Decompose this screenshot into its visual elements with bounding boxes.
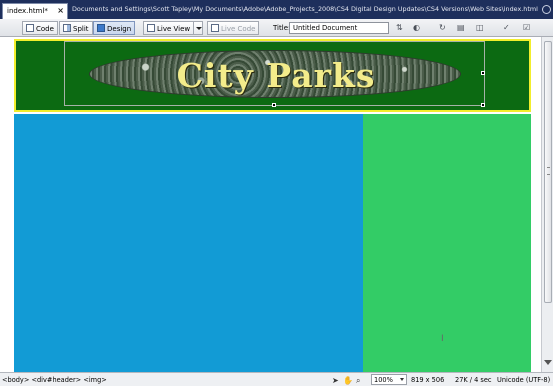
scrollbar-thumb[interactable] <box>544 41 552 303</box>
restore-icon[interactable] <box>542 5 551 14</box>
code-view-icon <box>26 24 34 32</box>
scroll-down-arrow-icon[interactable] <box>544 360 552 365</box>
logo-text: City Parks <box>176 56 376 95</box>
preview-browser-icon[interactable]: ◐ <box>413 23 420 33</box>
design-view-button[interactable]: Design <box>93 21 136 35</box>
document-title-input[interactable] <box>289 22 389 34</box>
status-bar: <body> <div#header> <img> ➤ ✋ ⌕ 100% 819… <box>0 372 553 386</box>
view-options-icon[interactable]: ▤ <box>457 23 465 33</box>
design-view: City Parks I <box>0 37 541 372</box>
design-view-label: Design <box>107 25 132 33</box>
tag-div-header[interactable]: <div#header> <box>31 376 81 384</box>
page-canvas: City Parks I <box>0 37 541 372</box>
code-view-button[interactable]: Code <box>22 21 58 35</box>
split-view-label: Split <box>73 25 89 33</box>
tag-selector: <body> <div#header> <img> <box>2 376 107 384</box>
live-code-icon <box>211 24 219 32</box>
document-path: Documents and Settings\Scott Tapley\My D… <box>72 5 538 13</box>
select-tool-icon[interactable]: ➤ <box>332 376 339 385</box>
title-label: Title: <box>273 24 291 32</box>
live-view-label: Live View <box>157 25 191 33</box>
sidebar-column[interactable] <box>363 114 531 372</box>
zoom-tool-icon[interactable]: ⌕ <box>356 376 360 386</box>
check-browser-compatibility-icon[interactable]: ☑ <box>523 23 530 33</box>
hand-tool-icon[interactable]: ✋ <box>343 376 353 385</box>
selected-image[interactable]: City Parks <box>64 41 485 107</box>
split-view-icon <box>63 24 71 32</box>
file-management-icon[interactable]: ⇅ <box>396 23 403 33</box>
live-code-button: Live Code <box>207 21 260 35</box>
document-tab-label: index.html* <box>7 7 48 15</box>
live-view-dropdown[interactable] <box>193 21 203 35</box>
visual-aids-icon[interactable]: ◫ <box>476 23 484 33</box>
design-view-icon <box>97 24 105 32</box>
document-tab[interactable]: index.html* × <box>2 3 68 19</box>
validate-markup-icon[interactable]: ✓ <box>503 23 510 33</box>
tag-img[interactable]: <img> <box>83 376 107 384</box>
zoom-dropdown-icon[interactable] <box>400 378 404 381</box>
download-time: 27K / 4 sec <box>455 376 492 384</box>
vertical-scrollbar[interactable] <box>541 37 553 372</box>
live-view-icon <box>147 24 155 32</box>
text-cursor-icon: I <box>441 334 444 344</box>
split-view-button[interactable]: Split <box>59 21 93 35</box>
live-code-label: Live Code <box>221 25 256 33</box>
tag-body[interactable]: <body> <box>2 376 29 384</box>
close-tab-icon[interactable]: × <box>57 6 64 15</box>
resize-handle-right[interactable] <box>481 71 485 75</box>
resize-handle-corner[interactable] <box>481 103 485 107</box>
resize-handle-bottom[interactable] <box>272 103 276 107</box>
document-toolbar: Code Split Design Live View Live Code Ti… <box>0 19 553 37</box>
zoom-value: 100% <box>374 376 393 384</box>
main-content-column[interactable] <box>14 114 363 372</box>
encoding: Unicode (UTF-8) <box>497 376 551 384</box>
code-view-label: Code <box>36 25 54 33</box>
refresh-icon[interactable]: ↻ <box>439 23 446 33</box>
city-parks-logo: City Parks <box>89 50 461 98</box>
live-view-button[interactable]: Live View <box>143 21 195 35</box>
header-div[interactable]: City Parks <box>14 39 531 112</box>
window-size[interactable]: 819 x 506 <box>411 376 444 384</box>
scrollbar-grip <box>547 167 550 175</box>
document-tab-bar: index.html* × Documents and Settings\Sco… <box>0 0 553 19</box>
